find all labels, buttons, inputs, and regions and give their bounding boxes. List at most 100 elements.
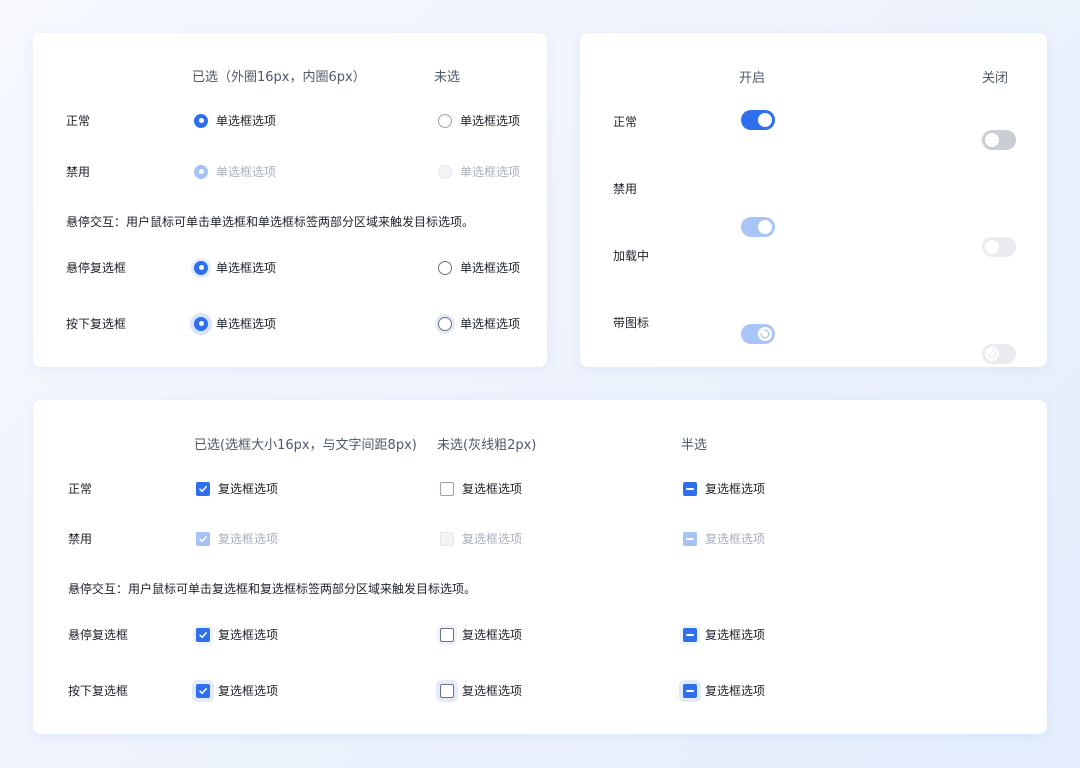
check-icon — [199, 535, 207, 542]
checkbox-unchecked-pressed[interactable] — [440, 683, 454, 698]
checkbox-unchecked-disabled — [440, 531, 454, 546]
radio-spec-card: 已选（外圈16px，内圈6px） 未选 正常 单选框选项 单选框选项 禁用 单选… — [33, 33, 547, 367]
radio-button-checked-pressed[interactable] — [194, 316, 208, 331]
switch-off-normal[interactable] — [982, 130, 1016, 150]
checkbox-hover-indeterminate[interactable]: 复选框选项 — [683, 626, 765, 643]
switch-knob — [985, 240, 999, 254]
switch-on-loading — [741, 324, 775, 344]
checkbox-option-label: 复选框选项 — [462, 532, 523, 546]
switch-on-disabled — [741, 217, 775, 237]
checkbox-option-label: 复选框选项 — [705, 628, 766, 642]
switch-row-disabled-label: 禁用 — [613, 182, 638, 196]
radio-header-selected: 已选（外圈16px，内圈6px） — [192, 70, 366, 85]
switch-knob — [758, 220, 772, 234]
radio-normal-selected[interactable]: 单选框选项 — [194, 112, 276, 129]
checkbox-indeterminate-hover[interactable] — [683, 627, 697, 642]
radio-button-unchecked-hover[interactable] — [438, 260, 452, 275]
checkbox-disabled-unselected: 复选框选项 — [440, 530, 522, 547]
checkbox-option-label: 复选框选项 — [705, 532, 766, 546]
checkbox-option-label: 复选框选项 — [462, 684, 523, 698]
radio-disabled-unselected: 单选框选项 — [438, 163, 520, 180]
checkbox-header-selected: 已选(选框大小16px，与文字间距8px) — [194, 438, 417, 453]
checkbox-pressed-indeterminate[interactable]: 复选框选项 — [683, 682, 765, 699]
switch-row-normal-label: 正常 — [613, 115, 638, 129]
radio-option-label: 单选框选项 — [460, 165, 521, 179]
radio-header-unselected: 未选 — [434, 70, 461, 85]
checkbox-pressed-selected[interactable]: 复选框选项 — [196, 682, 278, 699]
radio-button-unchecked[interactable] — [438, 113, 452, 128]
checkbox-disabled-indeterminate: 复选框选项 — [683, 530, 765, 547]
checkbox-checked[interactable] — [196, 481, 210, 496]
switch-on-normal[interactable] — [741, 110, 775, 130]
radio-hover-unselected[interactable]: 单选框选项 — [438, 259, 520, 276]
radio-pressed-selected[interactable]: 单选框选项 — [194, 315, 276, 332]
checkbox-spec-card: 已选(选框大小16px，与文字间距8px) 未选(灰线粗2px) 半选 正常 复… — [33, 400, 1047, 734]
checkbox-disabled-selected: 复选框选项 — [196, 530, 278, 547]
checkbox-indeterminate[interactable] — [683, 481, 697, 496]
checkbox-hover-selected[interactable]: 复选框选项 — [196, 626, 278, 643]
checkbox-row-hover-label: 悬停复选框 — [68, 628, 129, 642]
radio-option-label: 单选框选项 — [460, 114, 521, 128]
checkbox-header-unselected: 未选(灰线粗2px) — [437, 438, 537, 453]
radio-row-disabled-label: 禁用 — [66, 165, 91, 179]
checkbox-normal-selected[interactable]: 复选框选项 — [196, 480, 278, 497]
checkbox-row-disabled-label: 禁用 — [68, 532, 93, 546]
checkbox-option-label: 复选框选项 — [705, 684, 766, 698]
checkbox-option-label: 复选框选项 — [705, 482, 766, 496]
minus-icon — [686, 689, 694, 692]
radio-button-unchecked-disabled — [438, 164, 452, 179]
check-icon — [199, 687, 207, 694]
radio-button-unchecked-pressed[interactable] — [438, 316, 452, 331]
checkbox-option-label: 复选框选项 — [218, 532, 279, 546]
checkbox-option-label: 复选框选项 — [218, 684, 279, 698]
checkbox-normal-unselected[interactable]: 复选框选项 — [440, 480, 522, 497]
radio-button-checked-disabled — [194, 164, 208, 179]
switch-knob — [985, 133, 999, 147]
radio-hover-selected[interactable]: 单选框选项 — [194, 259, 276, 276]
switch-row-icon-label: 带图标 — [613, 316, 650, 330]
checkbox-unchecked-hover[interactable] — [440, 627, 454, 642]
check-icon — [199, 485, 207, 492]
checkbox-unchecked[interactable] — [440, 481, 454, 496]
switch-row-loading-label: 加载中 — [613, 249, 650, 263]
check-icon — [199, 631, 207, 638]
loading-spinner-icon — [760, 329, 770, 339]
checkbox-header-indeterminate: 半选 — [681, 438, 708, 453]
radio-option-label: 单选框选项 — [216, 261, 277, 275]
checkbox-checked-pressed[interactable] — [196, 683, 210, 698]
radio-option-label: 单选框选项 — [460, 317, 521, 331]
radio-button-checked-hover[interactable] — [194, 260, 208, 275]
radio-row-hover-label: 悬停复选框 — [66, 261, 127, 275]
checkbox-indeterminate-disabled — [683, 531, 697, 546]
radio-normal-unselected[interactable]: 单选框选项 — [438, 112, 520, 129]
radio-option-label: 单选框选项 — [216, 165, 277, 179]
loading-spinner-icon — [987, 349, 997, 359]
minus-icon — [686, 633, 694, 636]
checkbox-hover-note: 悬停交互：用户鼠标可单击复选框和复选框标签两部分区域来触发目标选项。 — [68, 582, 477, 596]
checkbox-row-pressed-label: 按下复选框 — [68, 684, 129, 698]
radio-button-checked[interactable] — [194, 113, 208, 128]
checkbox-option-label: 复选框选项 — [218, 628, 279, 642]
checkbox-normal-indeterminate[interactable]: 复选框选项 — [683, 480, 765, 497]
radio-option-label: 单选框选项 — [216, 317, 277, 331]
switch-spec-card: 开启 关闭 正常 禁用 加载中 带图标 — [580, 33, 1047, 471]
checkbox-checked-hover[interactable] — [196, 627, 210, 642]
radio-disabled-selected: 单选框选项 — [194, 163, 276, 180]
checkbox-pressed-unselected[interactable]: 复选框选项 — [440, 682, 522, 699]
switch-header-on: 开启 — [739, 71, 766, 86]
radio-option-label: 单选框选项 — [216, 114, 277, 128]
switch-off-disabled — [982, 237, 1016, 257]
checkbox-option-label: 复选框选项 — [462, 628, 523, 642]
minus-icon — [686, 487, 694, 490]
checkbox-checked-disabled — [196, 531, 210, 546]
switch-off-loading — [982, 344, 1016, 364]
switch-knob — [758, 113, 772, 127]
checkbox-indeterminate-pressed[interactable] — [683, 683, 697, 698]
radio-row-pressed-label: 按下复选框 — [66, 317, 127, 331]
checkbox-hover-unselected[interactable]: 复选框选项 — [440, 626, 522, 643]
radio-pressed-unselected[interactable]: 单选框选项 — [438, 315, 520, 332]
checkbox-row-normal-label: 正常 — [68, 482, 93, 496]
radio-option-label: 单选框选项 — [460, 261, 521, 275]
minus-icon — [686, 537, 694, 540]
checkbox-option-label: 复选框选项 — [218, 482, 279, 496]
